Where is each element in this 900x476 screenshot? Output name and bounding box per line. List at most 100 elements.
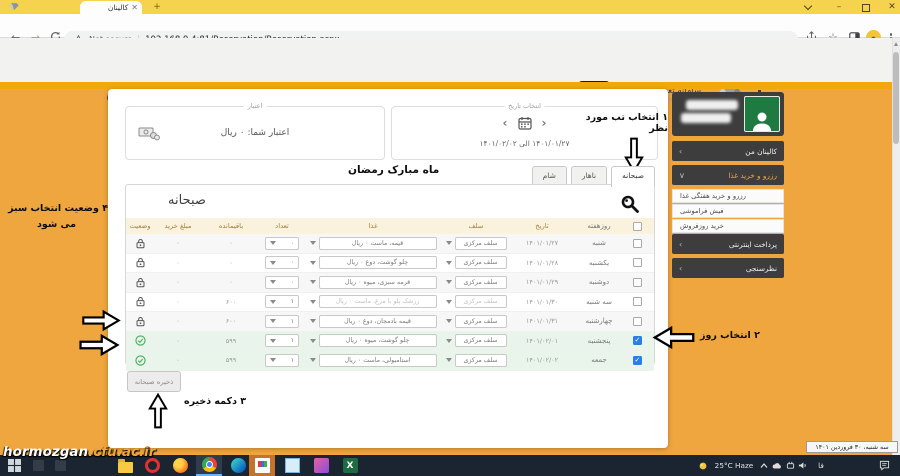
redacted-user-name (686, 100, 738, 110)
select-all-checkbox[interactable] (633, 222, 642, 231)
language-indicator[interactable]: فا (814, 455, 828, 476)
meal-tab[interactable]: شام (532, 166, 567, 185)
count-select[interactable]: ۱ (265, 354, 299, 367)
window-maximize-button[interactable] (860, 2, 872, 12)
weather-sun-icon[interactable] (697, 455, 709, 476)
day-checkbox[interactable] (633, 336, 642, 345)
food-select[interactable]: استامبولی، ماست ۰ ریال (319, 354, 437, 367)
self-select[interactable]: سلف مرکزی (455, 315, 507, 328)
plugged-power-icon[interactable] (784, 455, 796, 476)
food-select[interactable]: چلو گوشت، میوه ۰ ریال (319, 334, 437, 347)
row-date: ۱۴۰۱/۰۲/۰۱ (510, 337, 574, 345)
remaining-value: ۶۰۰ (202, 298, 260, 306)
date-tooltip: سه شنبه، ۳۰ فروردین ۱۴۰۱ (806, 441, 898, 453)
paint3d-icon[interactable] (310, 455, 332, 476)
self-select[interactable]: سلف مرکزی (455, 237, 507, 250)
food-select[interactable]: قیمه بادمجان، دوغ ۰ ریال (319, 315, 437, 328)
day-checkbox[interactable] (633, 356, 642, 365)
window-minimize-button[interactable]: – (833, 2, 845, 12)
lock-icon (135, 316, 146, 327)
photos-icon[interactable] (281, 455, 303, 476)
self-select[interactable]: سلف مرکزی (455, 334, 507, 347)
meal-tab[interactable]: ناهار (571, 166, 607, 185)
tab-close-icon[interactable]: ✕ (131, 4, 138, 11)
count-select[interactable]: ۱ (265, 295, 299, 308)
scrollbar-thumb[interactable] (893, 52, 899, 144)
save-breakfast-button[interactable]: ذخیره صبحانه (127, 371, 181, 392)
sidebar-item[interactable]: رزرو و خرید هفتگی غذا (672, 189, 784, 203)
row-weekday: جمعه (574, 356, 624, 364)
speaker-icon[interactable] (796, 455, 808, 476)
row-weekday: پنجشنبه (574, 337, 624, 345)
count-cell: ۱ (260, 295, 304, 308)
sidebar-item[interactable]: خرید روزفروش (672, 219, 784, 233)
user-avatar[interactable] (744, 96, 780, 132)
scrollbar-up-arrow[interactable] (894, 42, 898, 46)
count-cell: ۱ (260, 315, 304, 328)
sidebar-item[interactable]: ‹ نظرسنجی (672, 258, 784, 278)
day-checkbox[interactable] (633, 258, 642, 267)
purchase-amount-value: ۰ (154, 317, 202, 325)
annotation-step1: ۱ انتخاب تب مورد نظر (568, 112, 668, 134)
window-close-button[interactable]: ✕ (886, 2, 898, 12)
day-checkbox[interactable] (633, 239, 642, 248)
chevron-icon: ∨ (679, 171, 685, 180)
row-weekday: دوشنبه (574, 278, 624, 286)
annotation-arrow-right-1 (80, 309, 122, 332)
food-select[interactable]: چلو گوشت، دوغ ۰ ریال (319, 256, 437, 269)
edge-icon[interactable] (227, 455, 249, 476)
next-week-chevron[interactable]: › (542, 117, 547, 129)
table-row: ۰ ۵۹۹ ۱ استامبولی، ماست ۰ ریال سلف مرکزی (126, 351, 654, 371)
col-date: تاریخ (510, 222, 574, 230)
checkbox-cell (624, 317, 650, 326)
count-cell: ۱ (260, 354, 304, 367)
food-cell: قرمه سبزی، میوه ۰ ریال (304, 276, 442, 289)
count-select[interactable]: ۰ (265, 237, 299, 250)
status-cell (126, 335, 154, 346)
weather-text[interactable]: 25°C Haze (711, 455, 757, 476)
count-cell: ۱ (260, 334, 304, 347)
count-select[interactable]: ۱ (265, 334, 299, 347)
search-icon[interactable] (620, 194, 640, 214)
count-select[interactable]: ۰ (265, 256, 299, 269)
excel-icon[interactable]: X (339, 455, 361, 476)
sidebar-item-label: فیش فراموشی (680, 207, 724, 215)
day-checkbox[interactable] (633, 278, 642, 287)
food-select[interactable]: قرمه سبزی، میوه ۰ ریال (319, 276, 437, 289)
self-select[interactable]: سلف مرکزی (455, 276, 507, 289)
onedrive-cloud-icon[interactable] (771, 455, 783, 476)
window-menu-chevron-icon[interactable] (802, 2, 814, 12)
paint-icon-active[interactable] (249, 455, 275, 476)
annotation-arrow-right-2 (76, 333, 122, 357)
sidebar-item[interactable]: ∨ رزرو و خرید غذا (672, 165, 784, 185)
new-tab-button[interactable]: + (152, 2, 162, 12)
sidebar-item[interactable]: ‹ کالینان من (672, 141, 784, 161)
self-select[interactable]: سلف مرکزی (455, 256, 507, 269)
self-select[interactable]: سلف مرکزی (455, 354, 507, 367)
sidebar-item[interactable]: ‹ پرداخت اینترنتی (672, 234, 784, 254)
col-self: سلف (442, 222, 510, 230)
day-checkbox[interactable] (633, 297, 642, 306)
count-caret-icon (270, 319, 276, 323)
notification-center-icon[interactable] (876, 455, 892, 476)
self-select[interactable]: سلف مرکزی (455, 295, 507, 308)
chrome-icon-active[interactable] (196, 455, 222, 476)
sidebar-item[interactable]: فیش فراموشی (672, 204, 784, 218)
count-select[interactable]: ۱ (265, 315, 299, 328)
tray-expand-chevron-icon[interactable] (758, 455, 770, 476)
remaining-value: ۵۹۹ (202, 356, 260, 364)
food-select[interactable]: قیمه، ماست ۰ ریال (319, 237, 437, 250)
meal-tab[interactable]: صبحانه (611, 166, 655, 187)
table-body: ۰ ۰ ۰ قیمه، ماست ۰ ریال سلف مرکزی (126, 234, 654, 371)
count-select[interactable]: ۰ (265, 276, 299, 289)
browser-tab[interactable]: کالینان ✕ (80, 1, 142, 14)
firefox-icon[interactable] (169, 455, 191, 476)
food-select[interactable]: زرشک پلو با مرغ، ماست ۰ ریال (319, 295, 437, 308)
day-checkbox[interactable] (633, 317, 642, 326)
purchase-amount-value: ۰ (154, 356, 202, 364)
prev-week-chevron[interactable]: ‹ (503, 117, 508, 129)
date-select-legend: انتخاب تاریخ (504, 102, 545, 110)
calendar-icon[interactable] (518, 116, 532, 130)
remaining-value: ۶۰۰ (202, 317, 260, 325)
col-count: تعداد (260, 222, 304, 230)
